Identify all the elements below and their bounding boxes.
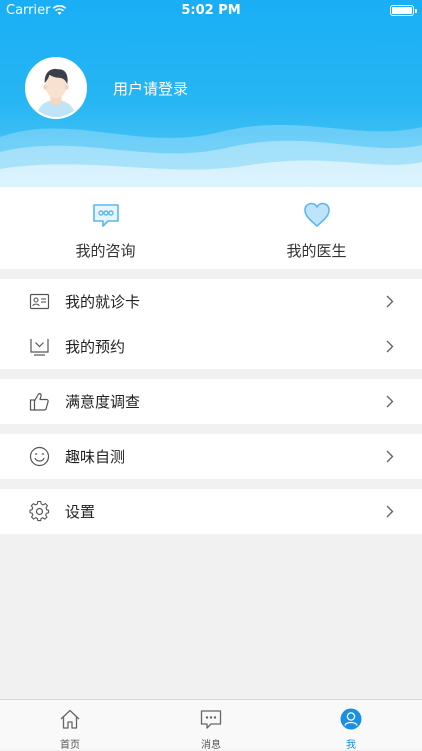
- login-prompt[interactable]: 用户请登录: [113, 78, 188, 99]
- quick-actions: 我的咨询 我的医生: [0, 187, 422, 269]
- menu-group-selftest: 趣味自测: [0, 434, 422, 479]
- battery-icon: [390, 5, 417, 16]
- tab-me[interactable]: 我: [281, 700, 421, 751]
- bottom-tab-bar: 首页 消息 我: [0, 699, 422, 751]
- tab-home-label: 首页: [60, 740, 80, 751]
- menu-item-appointment[interactable]: 我的预约: [0, 324, 422, 369]
- smiley-face-icon: [29, 446, 50, 467]
- profile-header: Carrier 5:02 PM 用户请登录: [0, 0, 422, 187]
- id-card-icon: [29, 293, 50, 310]
- menu-item-visit-card[interactable]: 我的就诊卡: [0, 279, 422, 324]
- avatar[interactable]: [25, 57, 87, 119]
- my-consultation-button[interactable]: 我的咨询: [0, 187, 211, 269]
- my-doctor-button[interactable]: 我的医生: [211, 187, 422, 269]
- tab-messages-label: 消息: [201, 740, 221, 751]
- tab-messages[interactable]: 消息: [141, 700, 281, 751]
- status-time: 5:02 PM: [181, 3, 241, 18]
- heart-icon: [304, 202, 330, 227]
- tab-home[interactable]: 首页: [0, 700, 140, 751]
- gear-icon: [29, 501, 50, 522]
- chevron-right-icon: [386, 340, 394, 353]
- tab-me-label: 我: [346, 740, 356, 751]
- menu-item-satisfaction-survey[interactable]: 满意度调查: [0, 379, 422, 424]
- chevron-right-icon: [386, 395, 394, 408]
- my-doctor-label: 我的医生: [286, 242, 347, 260]
- tv-calendar-icon: [30, 339, 49, 356]
- menu-item-fun-selftest[interactable]: 趣味自测: [0, 434, 422, 479]
- menu-group-survey: 满意度调查: [0, 379, 422, 424]
- user-profile-icon: [340, 708, 362, 730]
- wave-decoration: [0, 124, 422, 187]
- chat-bubble-icon: [93, 204, 119, 227]
- my-consultation-label: 我的咨询: [75, 242, 136, 260]
- menu-group-records: 我的就诊卡 我的预约: [0, 279, 422, 369]
- menu-label-settings: 设置: [65, 503, 96, 521]
- menu-label-visit-card: 我的就诊卡: [65, 293, 141, 311]
- status-bar: Carrier 5:02 PM: [0, 0, 422, 22]
- thumbs-up-icon: [29, 393, 49, 411]
- avatar-boy-icon: [27, 59, 85, 117]
- menu-item-settings[interactable]: 设置: [0, 489, 422, 534]
- message-bubble-icon: [200, 710, 222, 729]
- chevron-right-icon: [386, 505, 394, 518]
- chevron-right-icon: [386, 295, 394, 308]
- menu-group-settings: 设置: [0, 489, 422, 534]
- menu-label-satisfaction-survey: 满意度调查: [65, 393, 141, 411]
- menu-label-appointment: 我的预约: [65, 338, 126, 356]
- chevron-right-icon: [386, 450, 394, 463]
- menu-label-fun-selftest: 趣味自测: [65, 448, 126, 466]
- home-icon: [60, 709, 80, 729]
